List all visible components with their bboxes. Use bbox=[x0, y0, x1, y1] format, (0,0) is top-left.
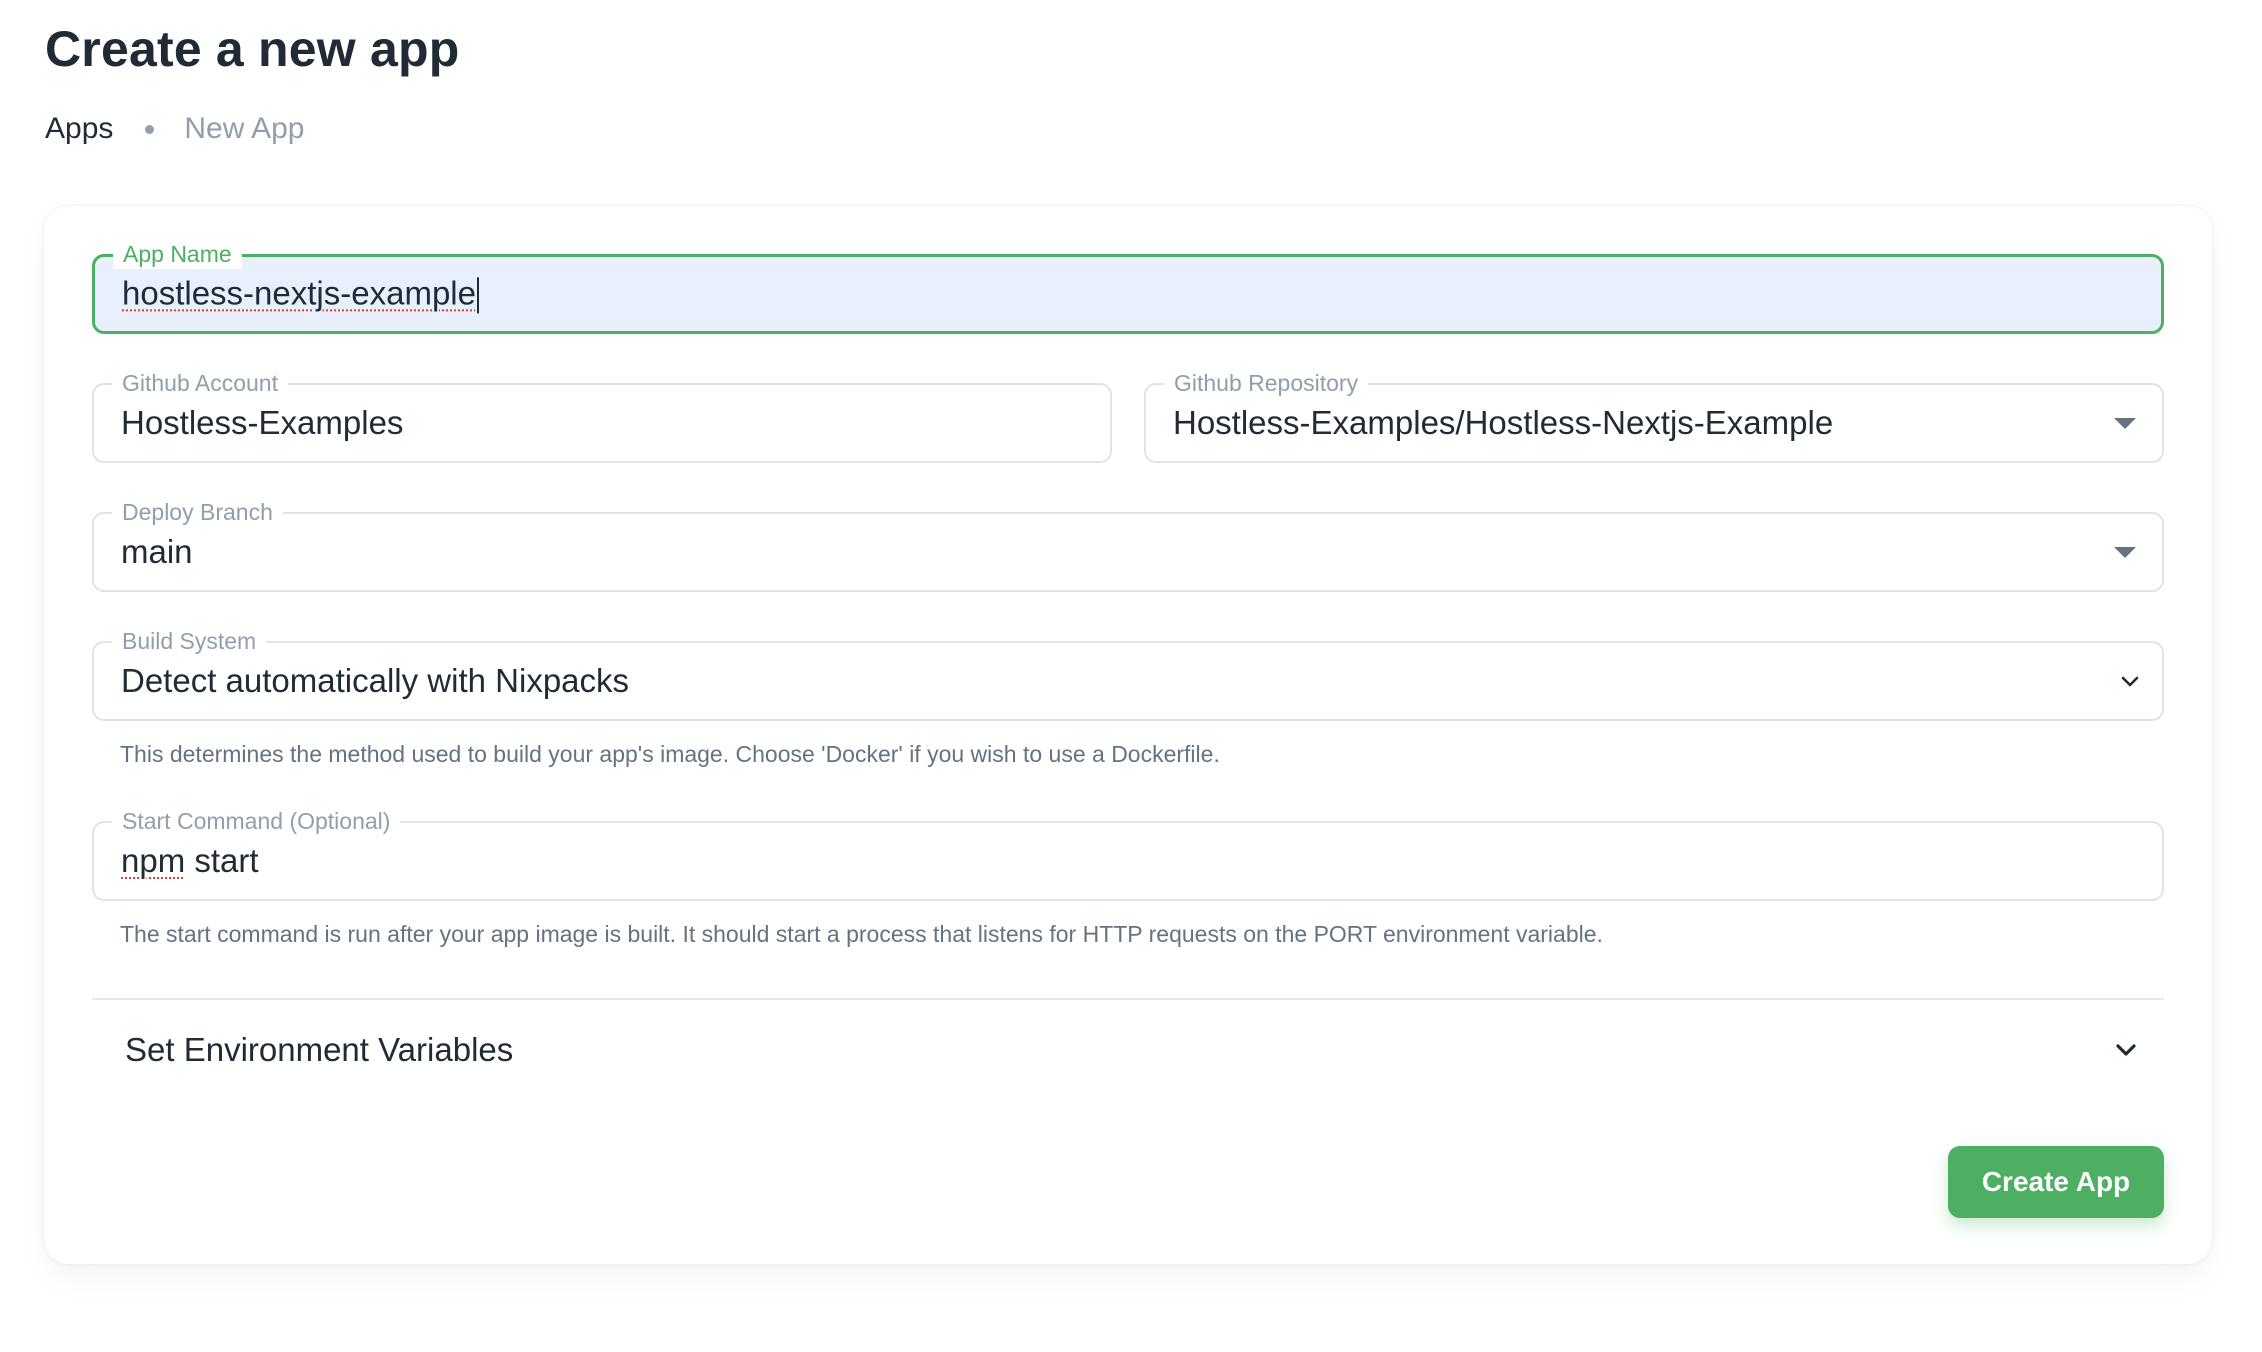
deploy-branch-value: main bbox=[121, 533, 193, 570]
app-name-value-wrap: hostless-nextjs-example bbox=[122, 274, 479, 314]
deploy-branch-select[interactable]: Deploy Branch main bbox=[92, 497, 2164, 592]
caret-down-icon[interactable] bbox=[2114, 547, 2136, 558]
breadcrumb: Apps New App bbox=[45, 112, 304, 146]
build-system-select[interactable]: Build System Detect automatically with N… bbox=[92, 626, 2164, 721]
deploy-branch-label: Deploy Branch bbox=[112, 497, 283, 527]
github-account-input[interactable]: Hostless-Examples bbox=[121, 404, 403, 442]
start-command-value-misspelled: npm bbox=[121, 842, 186, 879]
start-command-input[interactable]: npm start bbox=[121, 842, 259, 880]
app-name-label: App Name bbox=[113, 239, 242, 269]
breadcrumb-current: New App bbox=[184, 112, 305, 145]
start-command-helper-text: The start command is run after your app … bbox=[120, 921, 1603, 947]
app-name-input[interactable]: hostless-nextjs-example bbox=[122, 274, 476, 311]
github-repository-select[interactable]: Github Repository Hostless-Examples/Host… bbox=[1144, 368, 2164, 463]
chevron-down-icon[interactable] bbox=[2118, 669, 2142, 693]
new-app-form-card bbox=[44, 206, 2212, 1264]
build-system-label: Build System bbox=[112, 626, 267, 656]
breadcrumb-separator-dot bbox=[145, 124, 155, 134]
app-name-field[interactable]: App Name hostless-nextjs-example bbox=[92, 239, 2164, 334]
page-title: Create a new app bbox=[45, 21, 460, 77]
github-account-field[interactable]: Github Account Hostless-Examples bbox=[92, 368, 1112, 463]
chevron-down-icon[interactable] bbox=[2110, 1034, 2142, 1066]
breadcrumb-link-apps[interactable]: Apps bbox=[45, 112, 113, 146]
start-command-label: Start Command (Optional) bbox=[112, 806, 401, 836]
text-cursor bbox=[476, 277, 479, 314]
caret-down-icon[interactable] bbox=[2114, 418, 2136, 429]
github-repository-label: Github Repository bbox=[1164, 368, 1369, 398]
build-system-value: Detect automatically with Nixpacks bbox=[121, 662, 630, 699]
start-command-value-rest: start bbox=[185, 842, 259, 879]
github-repository-value: Hostless-Examples/Hostless-Nextjs-Exampl… bbox=[1173, 404, 1834, 441]
build-system-helper-text: This determines the method used to build… bbox=[120, 741, 1220, 767]
env-variables-accordion[interactable]: Set Environment Variables bbox=[92, 1000, 2164, 1100]
create-app-button[interactable]: Create App bbox=[1948, 1146, 2164, 1218]
page: Create a new app Apps New App App Name h… bbox=[0, 0, 2262, 1352]
env-variables-title: Set Environment Variables bbox=[125, 1031, 514, 1068]
github-account-label: Github Account bbox=[112, 368, 288, 398]
start-command-field[interactable]: Start Command (Optional) npm start bbox=[92, 806, 2164, 901]
